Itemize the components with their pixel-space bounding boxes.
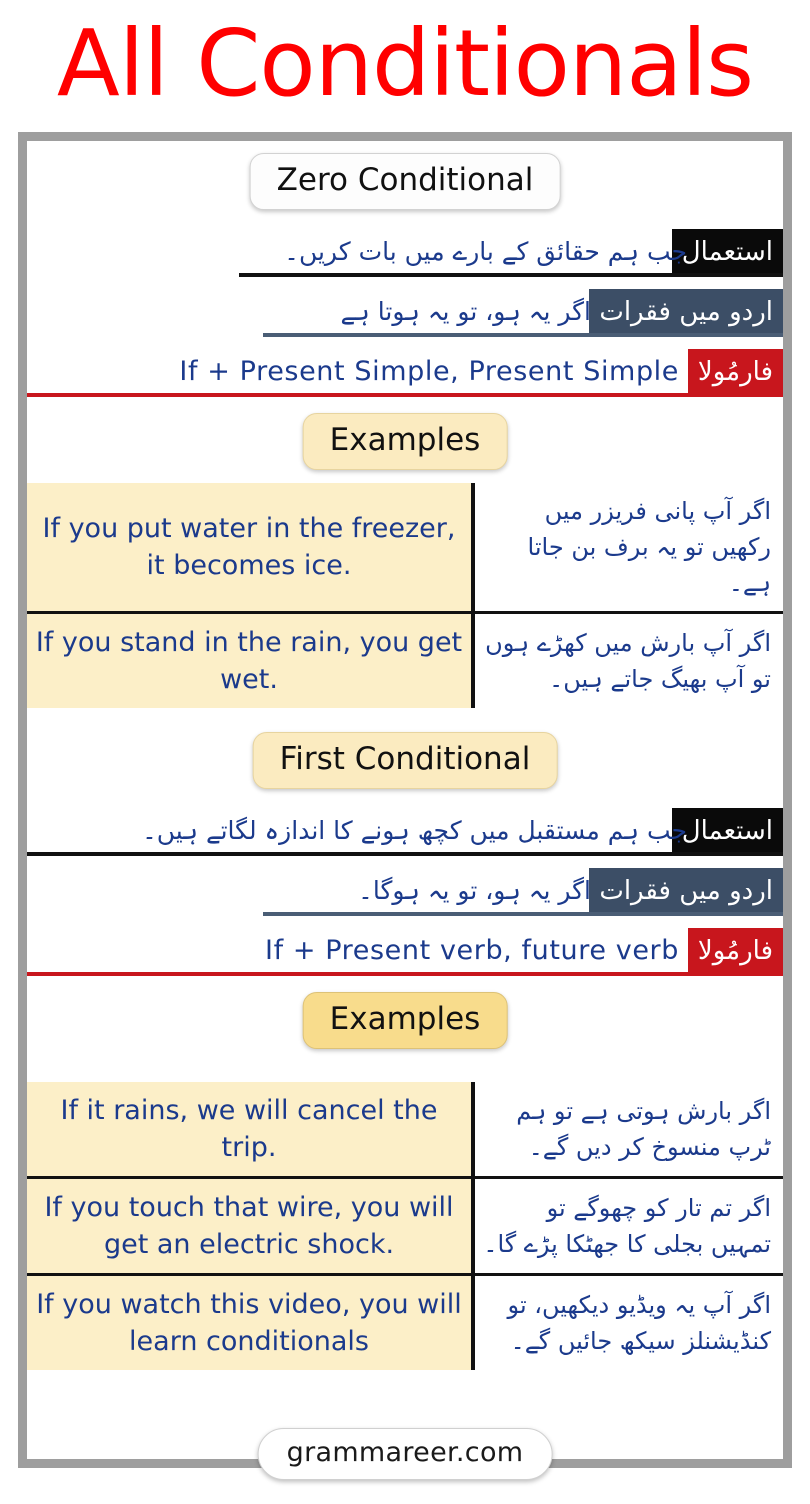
first-examples-table: If it rains, we will cancel the trip. اگ… (27, 1082, 783, 1370)
example-urdu: اگر آپ بارش میں کھڑے ہوں تو آپ بھیگ جاتے… (473, 611, 783, 708)
first-usage-label: استعمال (671, 808, 783, 854)
content-card: Zero Conditional استعمال جب ہم حقائق کے … (18, 132, 792, 1468)
zero-formula-row: فارمُولا If + Present Simple, Present Si… (27, 349, 783, 395)
first-examples-heading: Examples (302, 992, 508, 1049)
first-formula-underline (27, 972, 783, 976)
first-usage-underline (27, 852, 783, 856)
first-formula-row: فارمُولا If + Present verb, future verb (27, 928, 783, 974)
zero-examples-table: If you put water in the freezer, it beco… (27, 483, 783, 708)
example-english: If you put water in the freezer, it beco… (27, 483, 475, 614)
zero-usage-label: استعمال (671, 229, 783, 275)
zero-formula-label: فارمُولا (687, 349, 783, 395)
zero-urdu-sentence-underline (263, 333, 783, 337)
first-formula-label: فارمُولا (687, 928, 783, 974)
content-card-inner: Zero Conditional استعمال جب ہم حقائق کے … (27, 141, 783, 1459)
first-formula-value: If + Present verb, future verb (265, 935, 679, 966)
example-urdu: اگر آپ یہ ویڈیو دیکھیں، تو کنڈیشنلز سیکھ… (473, 1273, 783, 1370)
example-urdu: اگر آپ پانی فریزر میں رکھیں تو یہ برف بن… (473, 483, 783, 614)
zero-formula-value: If + Present Simple, Present Simple (179, 356, 679, 387)
example-english: If you watch this video, you will learn … (27, 1273, 475, 1370)
table-row: If you touch that wire, you will get an … (27, 1176, 783, 1276)
zero-usage-value: جب ہم حقائق کے بارے میں بات کریں۔ (284, 237, 687, 266)
site-url-badge[interactable]: grammareer.com (257, 1428, 553, 1480)
example-english: If you touch that wire, you will get an … (27, 1176, 475, 1276)
example-english: If you stand in the rain, you get wet. (27, 611, 475, 708)
zero-usage-row: استعمال جب ہم حقائق کے بارے میں بات کریں… (27, 229, 783, 275)
first-urdu-sentence-underline (263, 912, 783, 916)
first-urdu-sentence-value: اگر یہ ہو، تو یہ ہوگا۔ (358, 876, 591, 905)
zero-urdu-sentence-row: اردو میں فقرات اگر یہ ہو، تو یہ ہوتا ہے (27, 289, 783, 335)
example-urdu: اگر تم تار کو چھوگے تو تمہیں بجلی کا جھٹ… (473, 1176, 783, 1276)
section-heading-first-conditional: First Conditional (252, 732, 558, 789)
table-row: If you put water in the freezer, it beco… (27, 483, 783, 614)
example-urdu: اگر بارش ہوتی ہے تو ہم ٹرپ منسوخ کر دیں … (473, 1082, 783, 1179)
section-heading-zero-conditional: Zero Conditional (249, 153, 561, 210)
zero-formula-underline (27, 393, 783, 397)
table-row: If you watch this video, you will learn … (27, 1273, 783, 1370)
table-row: If it rains, we will cancel the trip. اگ… (27, 1082, 783, 1179)
first-usage-row: استعمال جب ہم مستقبل میں کچھ ہونے کا اند… (27, 808, 783, 854)
first-usage-value: جب ہم مستقبل میں کچھ ہونے کا اندازہ لگات… (142, 816, 687, 845)
first-urdu-sentence-row: اردو میں فقرات اگر یہ ہو، تو یہ ہوگا۔ (27, 868, 783, 914)
page-title: All Conditionals (56, 10, 754, 117)
zero-urdu-sentence-value: اگر یہ ہو، تو یہ ہوتا ہے (340, 297, 591, 326)
zero-examples-heading: Examples (302, 413, 508, 470)
example-english: If it rains, we will cancel the trip. (27, 1082, 475, 1179)
zero-urdu-sentence-label: اردو میں فقرات (589, 289, 783, 335)
zero-usage-underline (239, 273, 783, 277)
table-row: If you stand in the rain, you get wet. ا… (27, 611, 783, 708)
first-urdu-sentence-label: اردو میں فقرات (589, 868, 783, 914)
